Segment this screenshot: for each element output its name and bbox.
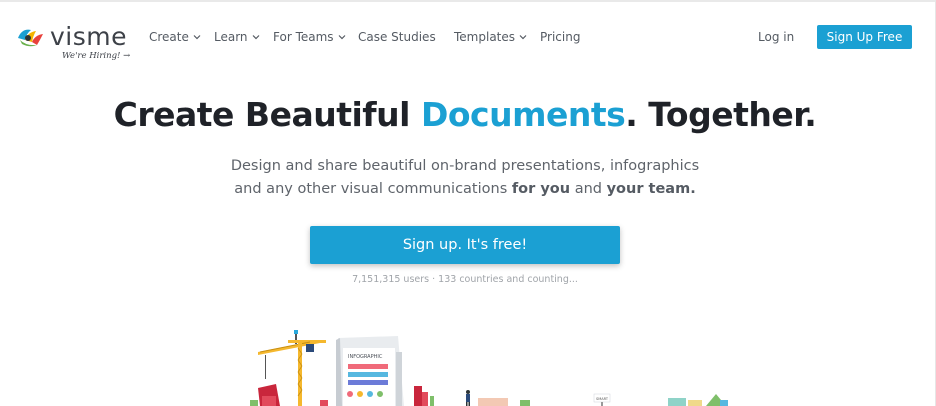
visme-logo[interactable]: visme We're Hiring! → bbox=[16, 22, 131, 64]
nav-create-label: Create bbox=[149, 30, 189, 44]
headline-accent: Documents bbox=[420, 95, 626, 134]
headline-pre: Create Beautiful bbox=[113, 95, 421, 134]
hero-signup-button[interactable]: Sign up. It's free! bbox=[310, 226, 620, 264]
chevron-down-icon bbox=[338, 35, 345, 40]
nav-templates-label: Templates bbox=[454, 30, 516, 44]
chevron-down-icon bbox=[519, 35, 527, 40]
hero-subtitle-line2: and any other visual communications for … bbox=[0, 181, 930, 197]
brand-name: visme bbox=[50, 22, 127, 51]
subtitle-mid: and bbox=[570, 181, 607, 197]
subtitle-pre: and any other visual communications bbox=[234, 181, 512, 197]
hero-headline: Create Beautiful Documents. Together. bbox=[0, 95, 930, 134]
nav-for-teams-label: For Teams bbox=[273, 30, 334, 44]
nav-learn[interactable]: Learn bbox=[214, 30, 261, 44]
nav-for-teams[interactable]: For Teams bbox=[273, 30, 347, 44]
infographic-card-title: INFOGRAPHIC bbox=[348, 354, 383, 360]
subtitle-bold-team: your team. bbox=[606, 181, 696, 197]
nav-templates[interactable]: Templates bbox=[454, 30, 528, 44]
subtitle-bold-you: for you bbox=[511, 181, 571, 197]
user-stats: 7,151,315 users · 133 countries and coun… bbox=[352, 274, 578, 285]
headline-post: . Together. bbox=[625, 95, 817, 134]
login-link[interactable]: Log in bbox=[758, 30, 794, 44]
infographic-card: INFOGRAPHIC bbox=[336, 336, 404, 406]
nav-learn-label: Learn bbox=[214, 30, 248, 44]
nav-create[interactable]: Create bbox=[149, 30, 202, 44]
hiring-link[interactable]: We're Hiring! → bbox=[62, 51, 130, 61]
chevron-down-icon bbox=[193, 35, 201, 40]
visme-logo-icon bbox=[18, 29, 43, 47]
person-figure bbox=[466, 390, 470, 406]
top-border bbox=[0, 0, 936, 2]
hero-subtitle-line1: Design and share beautiful on-brand pres… bbox=[230, 158, 700, 174]
smart-sign: SMART bbox=[593, 393, 611, 406]
chevron-down-icon bbox=[252, 35, 259, 40]
nav-pricing-label: Pricing bbox=[540, 30, 581, 44]
sign-up-free-button[interactable]: Sign Up Free bbox=[817, 25, 912, 49]
sign-text: SMART bbox=[596, 397, 609, 401]
hero-illustration: INFOGRAPHIC SMART bbox=[250, 330, 728, 406]
nav-case-studies[interactable]: Case Studies bbox=[358, 30, 436, 44]
nav-pricing[interactable]: Pricing bbox=[540, 30, 580, 44]
nav-case-studies-label: Case Studies bbox=[358, 30, 436, 44]
